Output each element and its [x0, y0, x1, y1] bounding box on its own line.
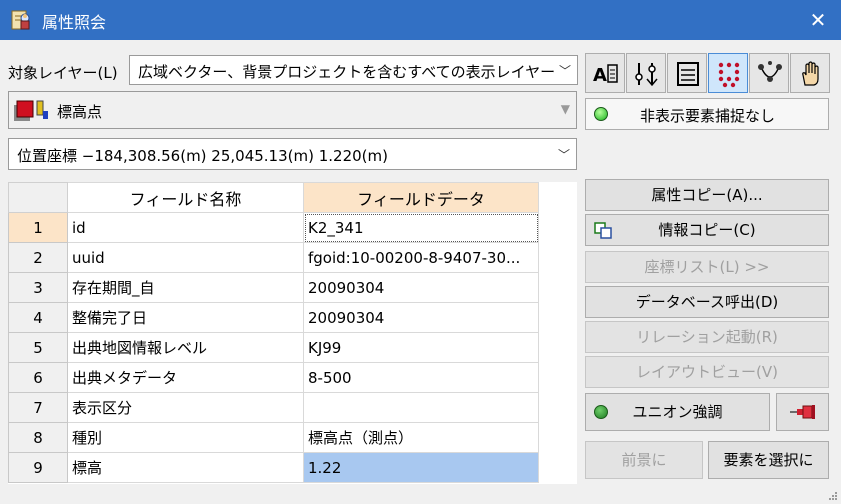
- chevron-down-icon: ﹀: [558, 64, 571, 78]
- table-row[interactable]: 7 表示区分: [8, 392, 539, 423]
- field-name-cell[interactable]: 存在期間_自: [67, 272, 304, 303]
- select-element-button[interactable]: 要素を選択に: [708, 441, 829, 479]
- field-name-cell[interactable]: uuid: [67, 242, 304, 273]
- database-call-button[interactable]: データベース呼出(D): [585, 286, 829, 318]
- field-data-cell[interactable]: fgoid:10-00200-8-9407-30...: [303, 242, 539, 273]
- copy-attribute-button[interactable]: 属性コピー(A)...: [585, 179, 829, 211]
- layer-symbol-icon: [14, 100, 48, 121]
- attribute-table: フィールド名称 フィールドデータ 1 id K2_341 2 uuid fgoid:10-…: [8, 182, 577, 484]
- field-name-cell[interactable]: 表示区分: [67, 392, 304, 423]
- union-led-icon: [594, 405, 608, 419]
- field-data-cell[interactable]: 20090304: [303, 302, 539, 333]
- field-data-cell[interactable]: 8-500: [303, 362, 539, 393]
- chevron-down-icon: ▼: [560, 102, 570, 116]
- target-layer-dropdown[interactable]: 広域ベクター、背景プロジェクトを含むすべての表示レイヤー ﹀: [129, 55, 578, 85]
- copy-icon: [594, 222, 612, 239]
- attribute-grid: フィールド名称 フィールドデータ 1 id K2_341 2 uuid fgoid:10-…: [8, 182, 539, 483]
- target-layer-value: 広域ベクター、背景プロジェクトを含むすべての表示レイヤー: [138, 63, 556, 81]
- column-header-field-name[interactable]: フィールド名称: [67, 182, 304, 213]
- capture-status-label: 非表示要素捕捉なし: [640, 107, 776, 125]
- target-layer-label: 対象レイヤー(L): [8, 64, 118, 82]
- pin-button[interactable]: [776, 393, 829, 431]
- svg-text:A: A: [593, 65, 607, 86]
- attribute-panel-button[interactable]: [667, 53, 707, 93]
- field-data-cell[interactable]: [303, 392, 539, 423]
- layer-value: 標高点: [57, 103, 103, 121]
- close-icon[interactable]: ✕: [795, 0, 841, 40]
- dots-pattern-icon: [718, 62, 740, 88]
- title-bar: 属性照会 ✕: [0, 0, 841, 40]
- copy-info-label: 情報コピー(C): [658, 221, 756, 239]
- column-header-field-data[interactable]: フィールドデータ: [303, 182, 539, 213]
- table-row[interactable]: 5 出典地図情報レベル KJ99: [8, 332, 539, 363]
- field-name-cell[interactable]: 種別: [67, 422, 304, 453]
- attribute-text-button[interactable]: A: [585, 53, 625, 93]
- table-corner[interactable]: [8, 182, 68, 213]
- field-data-cell[interactable]: 標高点（測点）: [303, 422, 539, 453]
- field-name-cell[interactable]: 出典地図情報レベル: [67, 332, 304, 363]
- hand-icon: [802, 61, 819, 86]
- row-number[interactable]: 2: [8, 242, 68, 273]
- field-data-cell[interactable]: 1.22: [303, 452, 539, 483]
- table-row[interactable]: 8 種別 標高点（測点）: [8, 422, 539, 453]
- resize-grip-icon[interactable]: [828, 491, 838, 501]
- table-row[interactable]: 4 整備完了日 20090304: [8, 302, 539, 333]
- node-graph-icon: [758, 61, 782, 82]
- row-number[interactable]: 9: [8, 452, 68, 483]
- field-name-cell[interactable]: id: [67, 212, 304, 243]
- attribute-text-icon: A: [593, 64, 618, 86]
- coordinate-dropdown[interactable]: 位置座標 −184,308.56(m) 25,045.13(m) 1.220(m…: [8, 138, 577, 170]
- row-number[interactable]: 7: [8, 392, 68, 423]
- table-row[interactable]: 9 標高 1.22: [8, 452, 539, 483]
- attribute-panel-icon: [677, 62, 699, 86]
- row-number[interactable]: 4: [8, 302, 68, 333]
- field-data-cell[interactable]: K2_341: [303, 212, 539, 243]
- coordinate-list-button[interactable]: 座標リスト(L) >>: [585, 251, 829, 283]
- app-icon: [11, 10, 30, 30]
- row-number[interactable]: 5: [8, 332, 68, 363]
- hand-button[interactable]: [790, 53, 830, 93]
- row-number[interactable]: 3: [8, 272, 68, 303]
- pin-icon: [790, 405, 815, 419]
- capture-status-button[interactable]: 非表示要素捕捉なし: [585, 98, 829, 130]
- window-title: 属性照会: [42, 13, 107, 32]
- table-row[interactable]: 3 存在期間_自 20090304: [8, 272, 539, 303]
- layer-dropdown[interactable]: 標高点 ▼: [8, 91, 577, 129]
- node-graph-button[interactable]: [749, 53, 789, 93]
- layout-view-button[interactable]: レイアウトビュー(V): [585, 356, 829, 388]
- field-name-cell[interactable]: 出典メタデータ: [67, 362, 304, 393]
- table-row[interactable]: 2 uuid fgoid:10-00200-8-9407-30...: [8, 242, 539, 273]
- table-row[interactable]: 6 出典メタデータ 8-500: [8, 362, 539, 393]
- foreground-button[interactable]: 前景に: [585, 441, 703, 479]
- status-led-icon: [594, 107, 608, 121]
- union-highlight-label: ユニオン強調: [632, 403, 723, 421]
- field-name-cell[interactable]: 整備完了日: [67, 302, 304, 333]
- field-name-cell[interactable]: 標高: [67, 452, 304, 483]
- table-row[interactable]: 1 id K2_341: [8, 212, 539, 243]
- row-number[interactable]: 8: [8, 422, 68, 453]
- chevron-down-icon: ﹀: [557, 148, 570, 162]
- attribute-filter-icon: [635, 63, 658, 87]
- field-data-cell[interactable]: 20090304: [303, 272, 539, 303]
- dots-pattern-button[interactable]: [708, 53, 748, 93]
- row-number[interactable]: 6: [8, 362, 68, 393]
- attribute-filter-button[interactable]: [626, 53, 666, 93]
- field-data-cell[interactable]: KJ99: [303, 332, 539, 363]
- union-highlight-button[interactable]: ユニオン強調: [585, 393, 770, 431]
- coordinate-value: 位置座標 −184,308.56(m) 25,045.13(m) 1.220(m…: [17, 147, 388, 165]
- relation-launch-button[interactable]: リレーション起動(R): [585, 321, 829, 353]
- row-number[interactable]: 1: [8, 212, 68, 243]
- copy-info-button[interactable]: 情報コピー(C): [585, 214, 829, 246]
